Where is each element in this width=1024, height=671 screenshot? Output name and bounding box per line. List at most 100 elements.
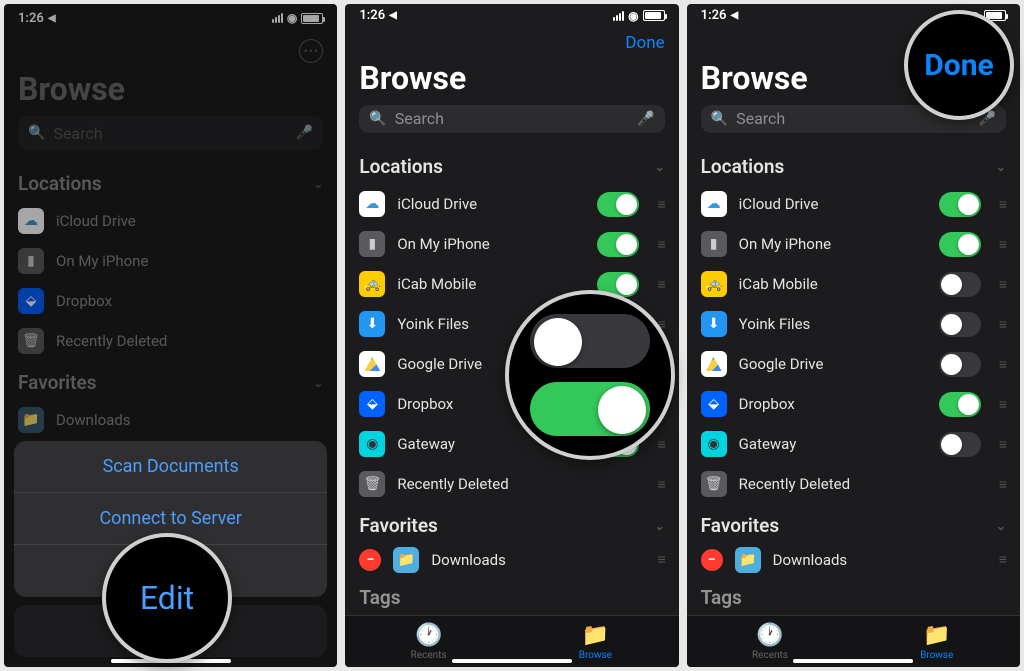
location-row-icab[interactable]: 🚕iCab Mobile≡: [687, 264, 1020, 304]
sheet-scan-documents[interactable]: Scan Documents: [14, 441, 327, 493]
toggle-icloud[interactable]: [939, 192, 981, 217]
tags-header[interactable]: Tags: [345, 576, 678, 615]
yoink-icon: ⬇: [701, 311, 727, 337]
drag-handle-icon[interactable]: ≡: [999, 356, 1006, 373]
drag-handle-icon[interactable]: ≡: [999, 436, 1006, 453]
page-title: Browse: [345, 59, 678, 105]
location-icon: ◀: [389, 10, 397, 21]
remove-icon[interactable]: −: [701, 549, 723, 571]
iphone-icon: ▮: [359, 231, 385, 257]
location-row-iphone[interactable]: ▮ On My iPhone ≡: [687, 224, 1020, 264]
wifi-icon: ◉: [628, 9, 638, 23]
favorite-downloads[interactable]: − 📁 Downloads ≡: [687, 543, 1020, 576]
location-label: Yoink Files: [739, 315, 927, 333]
callout-done: Done: [904, 10, 1014, 120]
location-row-gdrive[interactable]: Google Drive ≡: [687, 344, 1020, 384]
status-time: 1:26: [701, 8, 727, 23]
location-row-iphone[interactable]: ▮ On My iPhone ≡: [345, 224, 678, 264]
toggle-iphone[interactable]: [939, 232, 981, 257]
drag-handle-icon[interactable]: ≡: [999, 551, 1006, 568]
status-bar: 1:26 ◀ ◉: [345, 4, 678, 27]
drag-handle-icon[interactable]: ≡: [657, 196, 664, 213]
toggle-icloud[interactable]: [597, 192, 639, 217]
location-row-dropbox[interactable]: ⬙Dropbox≡: [687, 384, 1020, 424]
gdrive-icon: [359, 351, 385, 377]
toggle-gdrive[interactable]: [939, 352, 981, 377]
locations-header[interactable]: Locations ⌄: [345, 145, 678, 184]
folder-icon: 📁: [735, 547, 761, 573]
favorites-header[interactable]: Favorites ⌄: [687, 504, 1020, 543]
drag-handle-icon[interactable]: ≡: [657, 276, 664, 293]
toggle-gateway[interactable]: [939, 432, 981, 457]
status-time: 1:26: [359, 8, 385, 23]
search-icon: 🔍: [369, 111, 386, 127]
home-indicator[interactable]: [793, 659, 913, 663]
location-row-icloud[interactable]: ☁iCloud Drive≡: [345, 184, 678, 224]
icab-icon: 🚕: [359, 271, 385, 297]
location-label: Gateway: [739, 435, 927, 453]
big-toggle-on: [530, 382, 650, 436]
mic-icon: 🎤: [637, 111, 654, 127]
drag-handle-icon[interactable]: ≡: [657, 551, 664, 568]
location-row-trash[interactable]: 🗑 Recently Deleted ≡: [687, 464, 1020, 504]
location-label: On My iPhone: [397, 235, 585, 253]
location-label: Recently Deleted: [739, 475, 927, 493]
search-icon: 🔍: [711, 111, 728, 127]
chevron-down-icon: ⌄: [655, 160, 665, 174]
callout-edit: Edit: [102, 533, 232, 663]
battery-icon: [643, 10, 665, 21]
callout-toggles: [505, 290, 675, 460]
drag-handle-icon[interactable]: ≡: [657, 236, 664, 253]
dropbox-icon: ⬙: [359, 391, 385, 417]
location-row-yoink[interactable]: ⬇ Yoink Files ≡: [687, 304, 1020, 344]
yoink-icon: ⬇: [359, 311, 385, 337]
location-label: Dropbox: [739, 395, 927, 413]
tags-header[interactable]: Tags: [687, 576, 1020, 615]
home-indicator[interactable]: [452, 659, 572, 663]
location-row-gateway[interactable]: ◉ Gateway ≡: [687, 424, 1020, 464]
drag-handle-icon[interactable]: ≡: [657, 476, 664, 493]
location-row-icab[interactable]: 🚕iCab Mobile≡: [345, 264, 678, 304]
toggle-dropbox[interactable]: [939, 392, 981, 417]
remove-icon[interactable]: −: [359, 549, 381, 571]
toggle-icab[interactable]: [939, 272, 981, 297]
gdrive-icon: [701, 351, 727, 377]
done-button[interactable]: Done: [625, 33, 664, 53]
location-label: Recently Deleted: [397, 475, 585, 493]
clock-icon: 🕐: [756, 623, 783, 648]
drag-handle-icon[interactable]: ≡: [999, 396, 1006, 413]
drag-handle-icon[interactable]: ≡: [999, 236, 1006, 253]
drag-handle-icon[interactable]: ≡: [999, 276, 1006, 293]
trash-icon: 🗑: [359, 471, 385, 497]
drag-handle-icon[interactable]: ≡: [999, 476, 1006, 493]
trash-icon: 🗑: [701, 471, 727, 497]
locations-header[interactable]: Locations ⌄: [687, 145, 1020, 184]
drag-handle-icon[interactable]: ≡: [657, 436, 664, 453]
big-toggle-off: [530, 314, 650, 368]
drag-handle-icon[interactable]: ≡: [999, 316, 1006, 333]
toggle-yoink[interactable]: [939, 312, 981, 337]
location-row-trash[interactable]: 🗑 Recently Deleted ≡: [345, 464, 678, 504]
folder-icon: 📁: [393, 547, 419, 573]
location-label: iCloud Drive: [397, 195, 585, 213]
icloud-icon: ☁: [701, 191, 727, 217]
clock-icon: 🕐: [415, 623, 442, 648]
gateway-icon: ◉: [359, 431, 385, 457]
gateway-icon: ◉: [701, 431, 727, 457]
search-field[interactable]: 🔍 Search 🎤: [359, 105, 664, 133]
chevron-down-icon: ⌄: [655, 519, 665, 533]
location-label: On My iPhone: [739, 235, 927, 253]
favorite-downloads[interactable]: − 📁 Downloads ≡: [345, 543, 678, 576]
drag-handle-icon[interactable]: ≡: [999, 196, 1006, 213]
location-label: iCloud Drive: [739, 195, 927, 213]
icab-icon: 🚕: [701, 271, 727, 297]
location-label: Google Drive: [739, 355, 927, 373]
folder-icon: 📁: [582, 623, 609, 648]
chevron-down-icon: ⌄: [996, 160, 1006, 174]
favorites-header[interactable]: Favorites ⌄: [345, 504, 678, 543]
chevron-down-icon: ⌄: [996, 519, 1006, 533]
toggle-iphone[interactable]: [597, 232, 639, 257]
location-row-icloud[interactable]: ☁ iCloud Drive ≡: [687, 184, 1020, 224]
iphone-icon: ▮: [701, 231, 727, 257]
cellular-icon: [613, 11, 624, 21]
